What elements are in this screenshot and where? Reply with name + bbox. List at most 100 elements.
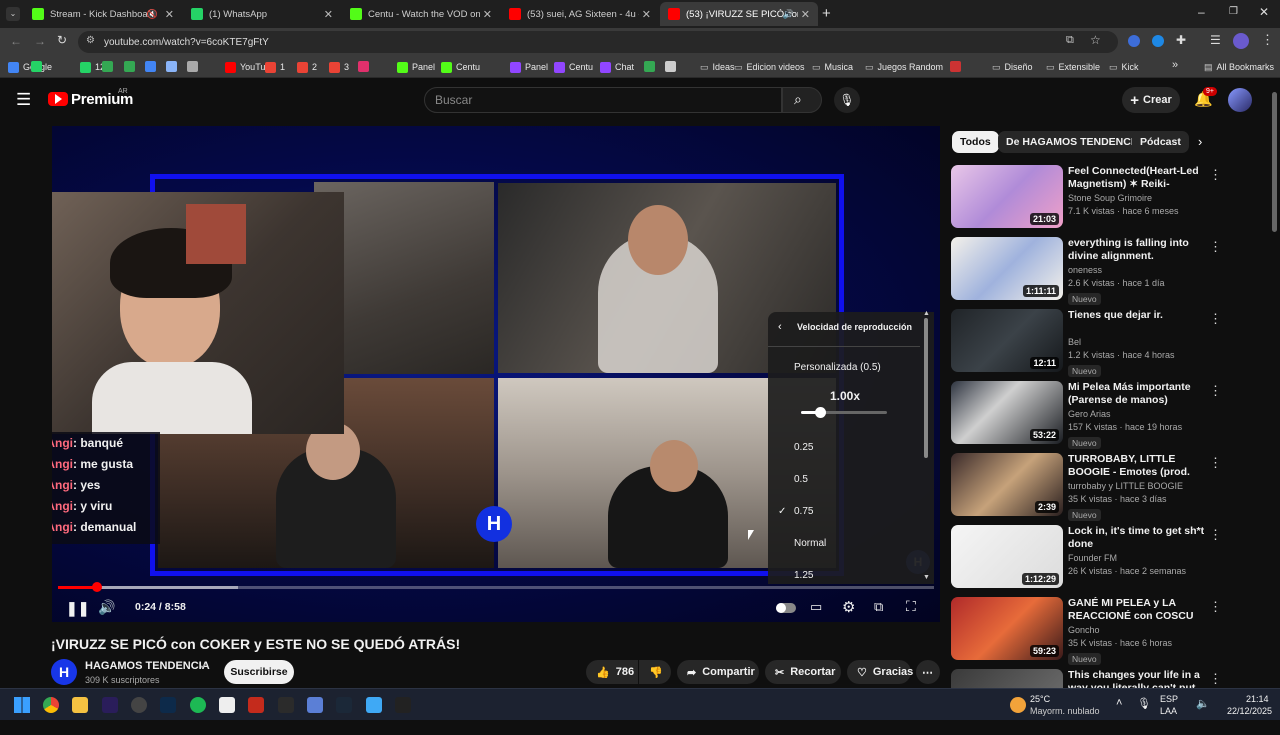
- speed-option[interactable]: Normal: [768, 538, 918, 554]
- app-icon[interactable]: [248, 697, 264, 713]
- clock-date[interactable]: 22/12/2025: [1227, 706, 1272, 716]
- related-video-channel[interactable]: Stone Soup Grimoire: [1068, 193, 1152, 203]
- close-tab-icon[interactable]: ✕: [483, 8, 492, 21]
- subtitles-icon[interactable]: ▭: [810, 599, 822, 615]
- app-icon[interactable]: [307, 697, 323, 713]
- more-options-icon[interactable]: ⋮: [1209, 311, 1222, 327]
- menu-scrollbar[interactable]: [924, 318, 928, 458]
- tab-audio-icon[interactable]: 🔊: [783, 9, 794, 20]
- bookmark-item[interactable]: ▭ Ideas: [700, 60, 735, 74]
- tab-search-icon[interactable]: ⌄: [6, 7, 20, 21]
- file-explorer-icon[interactable]: [72, 697, 88, 713]
- steam-icon[interactable]: [336, 697, 352, 713]
- back-icon[interactable]: ←: [10, 34, 22, 48]
- related-video-card[interactable]: 59:23 GANÉ MI PELEA y LA REACCIONÉ con CO…: [951, 597, 1222, 665]
- page-scrollbar[interactable]: [1272, 92, 1277, 232]
- extension-icon[interactable]: [1152, 35, 1164, 47]
- notion-icon[interactable]: [219, 697, 235, 713]
- related-video-channel[interactable]: turrobaby y LITTLE BOOGIE: [1068, 481, 1183, 491]
- video-thumbnail[interactable]: 2:39: [951, 453, 1063, 516]
- bookmark-item[interactable]: Panel: [397, 60, 435, 74]
- bookmark-favicon-icon[interactable]: [31, 61, 42, 72]
- start-icon[interactable]: [14, 697, 30, 713]
- related-video-card[interactable]: 21:03 Feel Connected(Heart-Led Magnetism)…: [951, 165, 1222, 231]
- video-thumbnail[interactable]: 59:23: [951, 597, 1063, 660]
- language-code[interactable]: ESP: [1160, 694, 1178, 704]
- profile-avatar[interactable]: [1233, 33, 1249, 49]
- search-input[interactable]: Buscar: [424, 87, 782, 113]
- bookmark-star-icon[interactable]: ☆: [1090, 33, 1101, 47]
- related-video-title[interactable]: Feel Connected(Heart-Led Magnetism) ✶ Re…: [1068, 165, 1206, 191]
- new-tab-icon[interactable]: +: [822, 5, 831, 22]
- related-video-card[interactable]: 1:12:29 Lock in, it's time to get sh*t do…: [951, 525, 1222, 591]
- network-icon[interactable]: 🔈: [1196, 697, 1210, 710]
- tray-chevron-icon[interactable]: ˄: [1116, 697, 1122, 709]
- maximize-icon[interactable]: ❐: [1229, 6, 1238, 17]
- browser-tab[interactable]: (53) ¡VIRUZZ SE PICÓ con C✕ 🔊: [660, 2, 818, 26]
- video-thumbnail[interactable]: 12:11: [951, 309, 1063, 372]
- menu-icon[interactable]: ☰: [16, 90, 31, 110]
- bookmark-favicon-icon[interactable]: [950, 61, 961, 72]
- dislike-button[interactable]: 👎: [639, 660, 671, 684]
- bookmark-item[interactable]: ▭ Extensible: [1046, 60, 1100, 74]
- more-options-icon[interactable]: ⋮: [1209, 455, 1222, 471]
- bookmark-favicon-icon[interactable]: [124, 61, 135, 72]
- site-info-icon[interactable]: ⚙: [86, 35, 95, 46]
- settings-gear-icon[interactable]: ⚙: [842, 598, 855, 616]
- autoplay-toggle[interactable]: [776, 603, 796, 613]
- video-thumbnail[interactable]: 1:12:29: [951, 525, 1063, 588]
- channel-name[interactable]: HAGAMOS TENDENCIA: [85, 660, 210, 672]
- bookmark-favicon-icon[interactable]: [187, 61, 198, 72]
- clip-button[interactable]: ✂ Recortar: [765, 660, 841, 684]
- custom-speed-option[interactable]: Personalizada (0.5): [794, 362, 881, 373]
- related-video-card[interactable]: 53:22 Mi Pelea Más importante (Parense de…: [951, 381, 1222, 449]
- bookmark-item[interactable]: 3: [329, 60, 349, 74]
- bookmark-item[interactable]: ▤ All Bookmarks: [1204, 60, 1274, 74]
- miniplayer-icon[interactable]: ⧉: [874, 599, 883, 615]
- bookmark-item[interactable]: ▭ Diseño: [992, 60, 1033, 74]
- channel-avatar[interactable]: H: [51, 659, 77, 685]
- install-app-icon[interactable]: ⧉: [1066, 34, 1074, 47]
- app-icon[interactable]: [366, 697, 382, 713]
- more-options-icon[interactable]: ⋮: [1209, 383, 1222, 399]
- close-tab-icon[interactable]: ✕: [165, 8, 174, 21]
- browser-tab[interactable]: (53) suei, AG Sixteen - 4u - You✕: [501, 2, 659, 26]
- bookmark-favicon-icon[interactable]: [145, 61, 156, 72]
- speed-option[interactable]: 0.5: [768, 474, 918, 490]
- speed-slider-track[interactable]: [801, 407, 887, 418]
- related-video-title[interactable]: Lock in, it's time to get sh*t done: [1068, 525, 1206, 551]
- related-video-card[interactable]: 2:39 TURROBABY, LITTLE BOOGIE - Emotes (p…: [951, 453, 1222, 521]
- speed-option[interactable]: 0.25: [768, 442, 918, 458]
- user-avatar[interactable]: [1228, 88, 1252, 112]
- voice-search-icon[interactable]: 🎙: [834, 87, 860, 113]
- more-options-icon[interactable]: ⋮: [1209, 527, 1222, 543]
- bookmark-favicon-icon[interactable]: [166, 61, 177, 72]
- video-thumbnail[interactable]: 21:03: [951, 165, 1063, 228]
- more-options-icon[interactable]: ⋮: [1209, 671, 1222, 687]
- close-window-icon[interactable]: ✕: [1259, 5, 1269, 19]
- progress-scrubber[interactable]: [92, 582, 103, 592]
- related-video-channel[interactable]: Goncho: [1068, 625, 1100, 635]
- reading-list-icon[interactable]: ☰: [1210, 33, 1221, 47]
- bookmark-item[interactable]: 1: [265, 60, 285, 74]
- premiere-icon[interactable]: [102, 697, 118, 713]
- related-video-card[interactable]: 12:11 Tienes que dejar ir. Bel 1.2 K vistas…: [951, 309, 1222, 377]
- create-button[interactable]: + Crear: [1122, 87, 1180, 113]
- related-video-card[interactable]: 1:11:11 everything is falling into divine…: [951, 237, 1222, 305]
- video-thumbnail[interactable]: 1:11:11: [951, 237, 1063, 300]
- app-icon[interactable]: [278, 697, 294, 713]
- share-button[interactable]: ➦ Compartir: [677, 660, 759, 684]
- browser-tab[interactable]: Centu - Watch the VOD on Kick✕: [342, 2, 500, 26]
- bookmark-item[interactable]: Panel: [510, 60, 548, 74]
- fullscreen-icon[interactable]: ⛶: [906, 598, 916, 615]
- related-video-channel[interactable]: Bel: [1068, 337, 1081, 347]
- reload-icon[interactable]: ↻: [57, 33, 67, 47]
- bookmark-item[interactable]: ▭ Kick: [1109, 60, 1139, 74]
- chips-next-icon[interactable]: ›: [1198, 134, 1202, 149]
- related-video-title[interactable]: Tienes que dejar ir.: [1068, 309, 1206, 322]
- bookmark-item[interactable]: ▭ Edicion videos: [734, 60, 805, 74]
- photoshop-icon[interactable]: [160, 697, 176, 713]
- bookmark-favicon-icon[interactable]: [102, 61, 113, 72]
- volume-icon[interactable]: 🔊: [98, 599, 115, 616]
- related-video-title[interactable]: everything is falling into divine alignm…: [1068, 237, 1206, 263]
